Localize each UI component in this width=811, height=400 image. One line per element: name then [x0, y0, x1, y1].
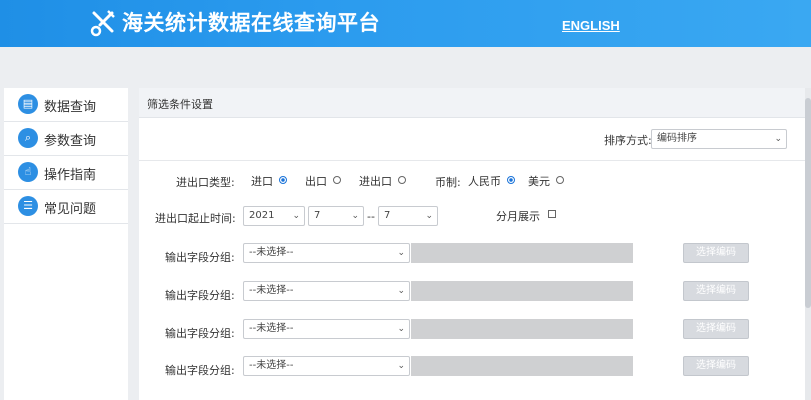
field-group-select[interactable]: --未选择-- ⌄: [243, 243, 410, 263]
import-export-radio[interactable]: [398, 176, 406, 184]
chevron-down-icon: ⌄: [351, 211, 359, 221]
sidebar-item-label: 常见问题: [44, 202, 97, 217]
sidebar: ▤ 数据查询 ⌕ 参数查询 ☝ 操作指南 ☰ 常见问题: [4, 88, 128, 400]
sidebar-item-guide[interactable]: ☝ 操作指南: [4, 156, 128, 190]
year-select[interactable]: 2021 ⌄: [243, 206, 305, 226]
field-group-label: 输出字段分组:: [165, 251, 235, 264]
field-group-select[interactable]: --未选择-- ⌄: [243, 319, 410, 339]
trade-type-option-import: 进口: [251, 175, 273, 188]
chevron-down-icon: ⌄: [425, 211, 433, 221]
currency-label: 币制:: [435, 176, 461, 189]
period-label: 进出口起止时间:: [155, 212, 236, 225]
period-separator: --: [367, 210, 375, 223]
sort-bar: 排序方式: 编码排序 ⌄: [139, 118, 805, 161]
chevron-down-icon: ⌄: [397, 324, 405, 334]
sort-label: 排序方式:: [604, 134, 652, 147]
field-group-value: --未选择--: [249, 285, 294, 296]
header-bar: 海关统计数据在线查询平台 ENGLISH: [0, 0, 811, 47]
search-icon: ⌕: [18, 128, 38, 148]
field-group-select[interactable]: --未选择-- ⌄: [243, 356, 410, 376]
sort-value: 编码排序: [657, 133, 697, 144]
usd-radio[interactable]: [556, 176, 564, 184]
import-radio[interactable]: [279, 176, 287, 184]
trade-type-label: 进出口类型:: [176, 176, 235, 189]
tools-icon: [90, 10, 115, 37]
sidebar-item-label: 操作指南: [44, 168, 97, 183]
field-group-codes: [411, 356, 633, 376]
site-title: 海关统计数据在线查询平台: [122, 11, 380, 35]
select-code-button[interactable]: 选择编码: [683, 356, 749, 376]
filter-panel: 筛选条件设置 排序方式: 编码排序 ⌄ 进出口类型: 进口 出口 进出口 币制:…: [139, 88, 811, 400]
monthly-checkbox[interactable]: [548, 210, 556, 218]
to-month-select[interactable]: 7 ⌄: [378, 206, 438, 226]
year-value: 2021: [249, 210, 275, 221]
field-group-label: 输出字段分组:: [165, 364, 235, 377]
scroll-thumb[interactable]: [805, 98, 811, 308]
sidebar-item-faq[interactable]: ☰ 常见问题: [4, 190, 128, 224]
monthly-label: 分月展示: [496, 210, 540, 223]
field-group-select[interactable]: --未选择-- ⌄: [243, 281, 410, 301]
field-group-codes: [411, 319, 633, 339]
rmb-radio[interactable]: [507, 176, 515, 184]
sort-select[interactable]: 编码排序 ⌄: [651, 129, 787, 149]
field-group-label: 输出字段分组:: [165, 289, 235, 302]
export-radio[interactable]: [333, 176, 341, 184]
panel-title: 筛选条件设置: [147, 98, 213, 111]
field-group-codes: [411, 243, 633, 263]
from-month-select[interactable]: 7 ⌄: [308, 206, 364, 226]
sidebar-item-data-query[interactable]: ▤ 数据查询: [4, 88, 128, 122]
currency-option-rmb: 人民币: [468, 175, 501, 188]
chart-icon: ▤: [18, 94, 38, 114]
select-code-button[interactable]: 选择编码: [683, 319, 749, 339]
chevron-down-icon: ⌄: [397, 286, 405, 296]
to-month-value: 7: [384, 210, 391, 221]
field-group-value: --未选择--: [249, 360, 294, 371]
english-link[interactable]: ENGLISH: [562, 18, 620, 33]
field-group-value: --未选择--: [249, 323, 294, 334]
select-code-button[interactable]: 选择编码: [683, 281, 749, 301]
from-month-value: 7: [314, 210, 321, 221]
field-group-value: --未选择--: [249, 247, 294, 258]
vertical-scrollbar[interactable]: [805, 88, 811, 400]
chevron-down-icon: ⌄: [397, 248, 405, 258]
chevron-down-icon: ⌄: [292, 211, 300, 221]
field-group-label: 输出字段分组:: [165, 327, 235, 340]
sidebar-item-label: 数据查询: [44, 100, 97, 115]
currency-option-usd: 美元: [528, 175, 550, 188]
field-group-codes: [411, 281, 633, 301]
select-code-button[interactable]: 选择编码: [683, 243, 749, 263]
chevron-down-icon: ⌄: [397, 361, 405, 371]
sidebar-item-label: 参数查询: [44, 134, 97, 149]
panel-header: 筛选条件设置: [139, 88, 805, 118]
sidebar-item-param-query[interactable]: ⌕ 参数查询: [4, 122, 128, 156]
list-icon: ☰: [18, 196, 38, 216]
trade-type-option-both: 进出口: [359, 175, 392, 188]
trade-type-option-export: 出口: [305, 175, 327, 188]
chevron-down-icon: ⌄: [774, 134, 782, 144]
hand-icon: ☝: [18, 162, 38, 182]
